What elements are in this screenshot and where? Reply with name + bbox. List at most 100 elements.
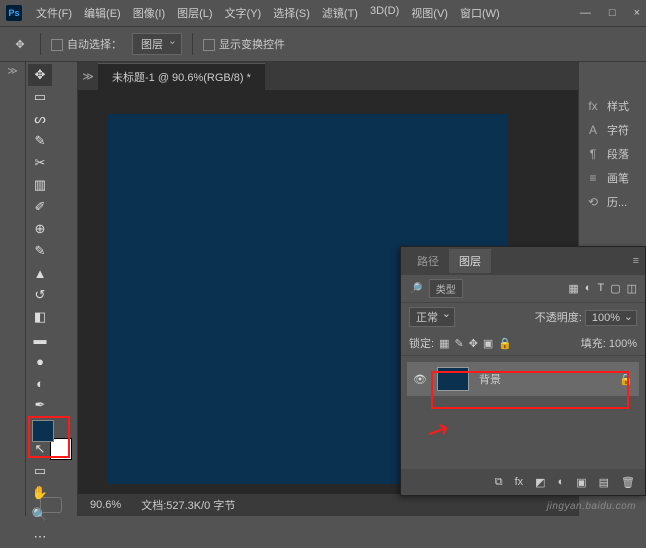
menu-select[interactable]: 选择(S): [269, 3, 314, 23]
panel-paragraph[interactable]: ¶段落: [579, 142, 646, 166]
lock-art-icon[interactable]: ▣: [483, 337, 493, 350]
align-icon[interactable]: [570, 35, 588, 53]
auto-select-check[interactable]: 自动选择：: [51, 36, 122, 52]
show-transform-check[interactable]: 显示变换控件: [203, 36, 285, 52]
align-icon[interactable]: [546, 35, 564, 53]
history-icon: ⟲: [585, 195, 601, 209]
options-bar: ✥ 自动选择： 图层 显示变换控件: [0, 26, 646, 62]
layer-row[interactable]: 👁 背景 🔒: [407, 362, 639, 396]
quick-mask-button[interactable]: [40, 497, 62, 513]
frame-tool[interactable]: ▥: [28, 174, 52, 196]
gradient-tool[interactable]: ▬: [28, 328, 52, 350]
lock-label: 锁定:: [409, 335, 434, 351]
panel-styles[interactable]: fx样式: [579, 94, 646, 118]
group-icon[interactable]: ▣: [576, 476, 586, 489]
lock-all-icon[interactable]: ▦: [439, 337, 449, 350]
type-icon: A: [585, 123, 601, 137]
close-button[interactable]: ×: [634, 7, 640, 19]
brush-tool[interactable]: ✎: [28, 240, 52, 262]
move-tool[interactable]: ✥: [28, 64, 52, 86]
panel-menu-icon[interactable]: ≡: [633, 255, 639, 267]
layer-list: 👁 背景 🔒: [401, 356, 645, 402]
eraser-tool[interactable]: ◧: [28, 306, 52, 328]
arrow-annotation: ↗: [421, 412, 454, 449]
align-icon[interactable]: [450, 35, 468, 53]
watermark: jingyan.baidu.com: [547, 501, 636, 512]
fill-field[interactable]: 100%: [609, 338, 637, 350]
pen-tool[interactable]: ✒: [28, 394, 52, 416]
mask-icon[interactable]: ◩: [535, 476, 545, 489]
align-icon[interactable]: [474, 35, 492, 53]
layer-name[interactable]: 背景: [479, 371, 501, 387]
crop-tool[interactable]: ✂: [28, 152, 52, 174]
menu-edit[interactable]: 编辑(E): [80, 3, 125, 23]
app-logo: Ps: [6, 5, 22, 21]
align-icon[interactable]: [498, 35, 516, 53]
new-layer-icon[interactable]: ▤: [599, 476, 609, 489]
tool-collapse-col: ≫: [0, 62, 26, 516]
main-menu: 文件(F) 编辑(E) 图像(I) 图层(L) 文字(Y) 选择(S) 滤镜(T…: [32, 3, 504, 23]
blur-tool[interactable]: ●: [28, 350, 52, 372]
quick-select-tool[interactable]: ✎: [28, 130, 52, 152]
shape-tool[interactable]: ▭: [28, 460, 52, 482]
zoom-level[interactable]: 90.6%: [90, 499, 121, 511]
opacity-field[interactable]: 100%: [585, 310, 637, 326]
auto-select-dropdown[interactable]: 图层: [132, 33, 182, 55]
menu-view[interactable]: 视图(V): [407, 3, 452, 23]
lock-icon[interactable]: 🔒: [498, 337, 512, 350]
tab-layers[interactable]: 图层: [449, 249, 491, 273]
expand-icon[interactable]: ≫: [78, 70, 98, 83]
layer-thumbnail[interactable]: [437, 367, 469, 391]
more-icon[interactable]: [594, 35, 612, 53]
menu-filter[interactable]: 滤镜(T): [318, 3, 362, 23]
lasso-tool[interactable]: ᔕ: [28, 108, 52, 130]
expand-icon[interactable]: ≫: [7, 66, 17, 77]
heal-tool[interactable]: ⊕: [28, 218, 52, 240]
adjust-icon[interactable]: ◐: [558, 476, 565, 488]
maximize-button[interactable]: □: [609, 7, 616, 19]
more-tools[interactable]: ⋯: [28, 526, 52, 548]
filter-type-icon[interactable]: T: [597, 282, 604, 295]
filter-adjust-icon[interactable]: ◐: [585, 282, 592, 295]
share-icon[interactable]: [618, 35, 636, 53]
visibility-icon[interactable]: 👁: [413, 373, 427, 386]
link-icon[interactable]: ⧉: [495, 476, 503, 489]
move-tool-icon: ✥: [10, 34, 30, 54]
panel-brush[interactable]: ≡画笔: [579, 166, 646, 190]
align-buttons: [402, 35, 636, 53]
align-icon[interactable]: [522, 35, 540, 53]
menu-type[interactable]: 文字(Y): [221, 3, 266, 23]
filter-shape-icon[interactable]: ▢: [610, 282, 620, 295]
lock-pos-icon[interactable]: ✥: [469, 337, 478, 350]
color-swatch[interactable]: ↙: [32, 418, 74, 460]
menu-image[interactable]: 图像(I): [129, 3, 169, 23]
blend-mode-dropdown[interactable]: 正常: [409, 307, 455, 327]
marquee-tool[interactable]: ▭: [28, 86, 52, 108]
menu-window[interactable]: 窗口(W): [456, 3, 504, 23]
search-icon: 🔎: [409, 282, 423, 295]
panel-history[interactable]: ⟲历...: [579, 190, 646, 214]
align-icon[interactable]: [402, 35, 420, 53]
history-brush-tool[interactable]: ↺: [28, 284, 52, 306]
stamp-tool[interactable]: ▲: [28, 262, 52, 284]
panel-character[interactable]: A字符: [579, 118, 646, 142]
fx-icon[interactable]: fx: [515, 476, 524, 488]
menu-file[interactable]: 文件(F): [32, 3, 76, 23]
trash-icon[interactable]: 🗑: [621, 476, 635, 489]
dodge-tool[interactable]: ◐: [28, 372, 52, 394]
filter-smart-icon[interactable]: ◫: [627, 282, 637, 295]
foreground-color[interactable]: [32, 420, 54, 442]
tab-paths[interactable]: 路径: [407, 249, 449, 273]
paragraph-icon: ¶: [585, 147, 601, 161]
eyedropper-tool[interactable]: ✐: [28, 196, 52, 218]
menu-layer[interactable]: 图层(L): [173, 3, 216, 23]
menu-3d[interactable]: 3D(D): [366, 3, 403, 23]
status-bar: 90.6% 文档:527.3K/0 字节: [78, 494, 578, 516]
align-icon[interactable]: [426, 35, 444, 53]
layers-footer: ⧉ fx ◩ ◐ ▣ ▤ 🗑: [401, 469, 645, 495]
filter-pixel-icon[interactable]: ▦: [568, 282, 578, 295]
minimize-button[interactable]: —: [580, 7, 591, 19]
lock-pixel-icon[interactable]: ✎: [454, 337, 463, 350]
document-tab[interactable]: 未标题-1 @ 90.6%(RGB/8) *: [98, 63, 265, 90]
filter-type-dropdown[interactable]: 类型: [429, 279, 463, 298]
